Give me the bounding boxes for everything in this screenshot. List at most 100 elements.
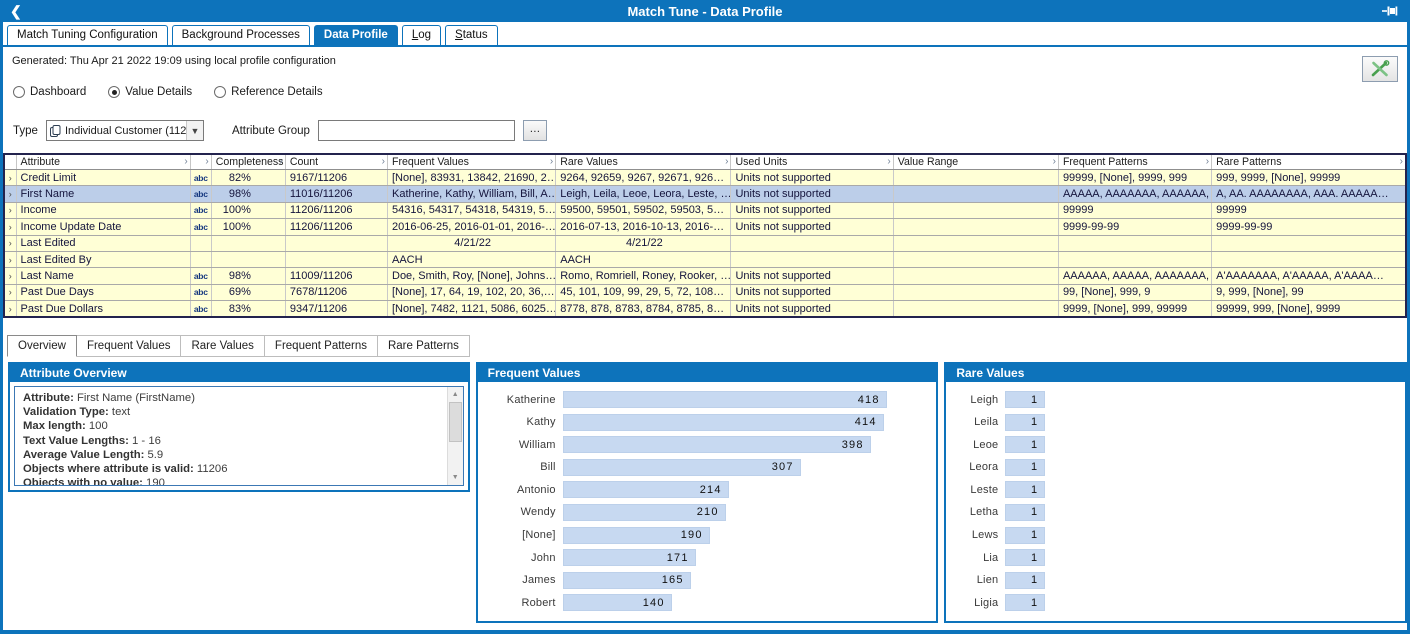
bar-row[interactable]: Leora1 [946,459,1405,476]
table-row[interactable]: ›Credit Limitabc82%9167/11206[None], 839… [4,170,1406,186]
bar-row[interactable]: James165 [478,572,937,589]
cell-rare-patterns: 99999, 999, [None], 9999 [1212,301,1406,317]
bar-row[interactable]: John171 [478,549,937,566]
bar[interactable]: 418 [563,391,887,408]
row-expander-icon[interactable]: › [4,219,16,235]
bar[interactable]: 1 [1005,572,1045,589]
tab-background-processes[interactable]: Background Processes [172,25,310,45]
scroll-up-icon[interactable]: ▲ [448,387,463,402]
bar[interactable]: 398 [563,436,871,453]
column-header-type-icon[interactable]: › [190,154,211,170]
radio-dashboard[interactable]: Dashboard [13,86,86,98]
overview-scrollbar[interactable]: ▲ ▼ [447,387,463,485]
bar-value: 1 [1031,529,1044,541]
bar-row[interactable]: Letha1 [946,504,1405,521]
bar-label: Ligia [946,597,998,609]
sort-chevron-icon: › [1206,156,1209,167]
cell-rare-patterns: 9999-99-99 [1212,219,1406,235]
bar-label: Leoe [946,439,998,451]
table-row[interactable]: ›Incomeabc100%11206/1120654316, 54317, 5… [4,202,1406,218]
table-row[interactable]: ›First Nameabc98%11016/11206Katherine, K… [4,186,1406,202]
bar-row[interactable]: Leoe 1 [946,436,1405,453]
bar[interactable]: 1 [1005,527,1045,544]
bar[interactable]: 1 [1005,436,1045,453]
tab-log[interactable]: Log [402,25,441,45]
type-dropdown-value: Individual Customer (11206) [65,125,186,137]
row-expander-icon[interactable]: › [4,235,16,251]
column-header-count[interactable]: Count› [285,154,387,170]
pin-icon[interactable] [1382,4,1399,23]
subtab-frequent-values[interactable]: Frequent Values [77,335,182,357]
bar[interactable]: 190 [563,527,710,544]
column-header-rare-values[interactable]: Rare Values› [556,154,731,170]
bar[interactable]: 1 [1005,414,1045,431]
scroll-down-icon[interactable]: ▼ [448,470,463,485]
bar-row[interactable]: [None]190 [478,527,937,544]
scrollbar-thumb[interactable] [449,402,462,442]
row-expander-icon[interactable]: › [4,301,16,317]
bar[interactable]: 1 [1005,481,1045,498]
bar-row[interactable]: Leila1 [946,414,1405,431]
profile-settings-button[interactable] [1362,56,1398,82]
abc-type-icon: abc [190,268,211,284]
bar-row[interactable]: Leste1 [946,481,1405,498]
chevron-down-icon: ▼ [186,121,203,140]
bar-row[interactable]: Lia1 [946,549,1405,566]
tab-data-profile[interactable]: Data Profile [314,25,398,45]
tab-status[interactable]: Status [445,25,498,45]
column-header-attribute[interactable]: Attribute› [16,154,190,170]
subtab-overview[interactable]: Overview [7,335,77,357]
bar[interactable]: 1 [1005,504,1045,521]
bar[interactable]: 414 [563,414,884,431]
bar[interactable]: 307 [563,459,801,476]
subtab-frequent-patterns[interactable]: Frequent Patterns [265,335,378,357]
row-expander-icon[interactable]: › [4,186,16,202]
bar-row[interactable]: Bill307 [478,459,937,476]
column-header-completeness[interactable]: Completeness› [211,154,285,170]
bar-row[interactable]: Antonio214 [478,481,937,498]
bar[interactable]: 1 [1005,391,1045,408]
bar[interactable]: 1 [1005,549,1045,566]
bar-row[interactable]: Robert140 [478,594,937,611]
bar-row[interactable]: William398 [478,436,937,453]
bar-row[interactable]: Wendy210 [478,504,937,521]
bar-row[interactable]: Ligia 1 [946,594,1405,611]
tab-match-tuning-configuration[interactable]: Match Tuning Configuration [7,25,168,45]
bar[interactable]: 1 [1005,459,1045,476]
column-header-used-units[interactable]: Used Units› [731,154,893,170]
bar[interactable]: 171 [563,549,696,566]
bar-row[interactable]: Lews1 [946,527,1405,544]
subtab-rare-values[interactable]: Rare Values [181,335,264,357]
attribute-group-input[interactable] [318,120,515,141]
bar[interactable]: 1 [1005,594,1045,611]
table-row[interactable]: ›Last Edited4/21/224/21/22 [4,235,1406,251]
bar-row[interactable]: Katherine418 [478,391,937,408]
column-header-frequent-patterns[interactable]: Frequent Patterns› [1058,154,1211,170]
table-row[interactable]: ›Income Update Dateabc100%11206/11206201… [4,219,1406,235]
column-header-frequent-values[interactable]: Frequent Values› [388,154,556,170]
table-row[interactable]: ›Last Nameabc98%11009/11206Doe, Smith, R… [4,268,1406,284]
column-header-value-range[interactable]: Value Range› [893,154,1058,170]
subtab-rare-patterns[interactable]: Rare Patterns [378,335,470,357]
bar[interactable]: 165 [563,572,691,589]
column-header-rare-patterns[interactable]: Rare Patterns› [1212,154,1406,170]
bar[interactable]: 214 [563,481,729,498]
row-expander-icon[interactable]: › [4,268,16,284]
attribute-group-browse-button[interactable]: … [523,120,547,141]
table-row[interactable]: ›Last Edited ByAACHAACH [4,251,1406,267]
row-expander-icon[interactable]: › [4,202,16,218]
type-dropdown[interactable]: Individual Customer (11206) ▼ [46,120,204,141]
bar-row[interactable]: Leigh1 [946,391,1405,408]
table-row[interactable]: ›Past Due Dollarsabc83%9347/11206[None],… [4,301,1406,317]
bar[interactable]: 140 [563,594,672,611]
bar[interactable]: 210 [563,504,726,521]
bar-row[interactable]: Kathy414 [478,414,937,431]
bar-row[interactable]: Lien1 [946,572,1405,589]
overview-line: Max length: 100 [23,419,443,433]
row-expander-icon[interactable]: › [4,284,16,300]
row-expander-icon[interactable]: › [4,251,16,267]
radio-value-details[interactable]: Value Details [108,86,192,98]
radio-reference-details[interactable]: Reference Details [214,86,322,98]
row-expander-icon[interactable]: › [4,170,16,186]
table-row[interactable]: ›Past Due Daysabc69%7678/11206[None], 17… [4,284,1406,300]
